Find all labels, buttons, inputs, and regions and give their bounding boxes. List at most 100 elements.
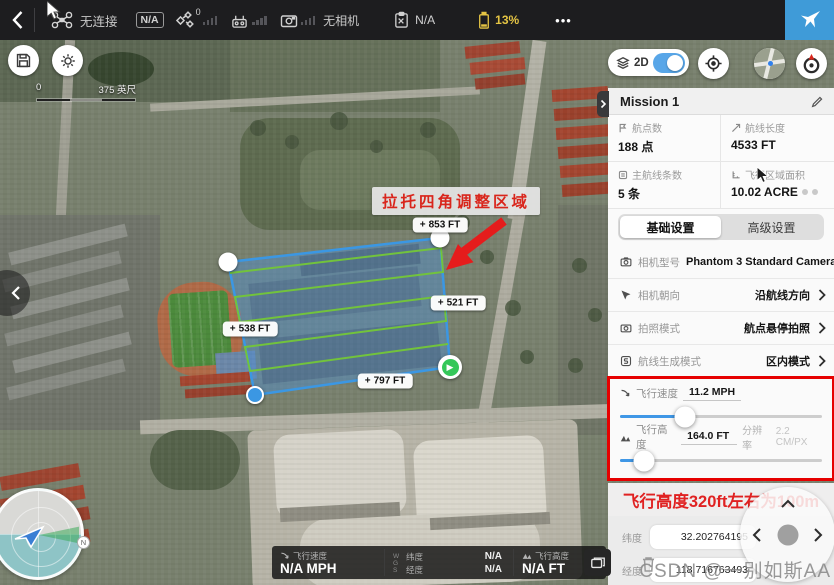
altitude-slider-row: 飞行高度 164.0 FT 分辨率 2.2 CM/PX [620, 428, 822, 462]
heading-cursor-icon [620, 289, 632, 301]
edit-mission-icon[interactable] [811, 95, 824, 108]
edge-length-label[interactable]: +538 FT [223, 322, 278, 337]
nudge-right-button[interactable] [813, 527, 823, 543]
polygon-corner-handle-selected[interactable] [246, 386, 264, 404]
setting-camera-heading[interactable]: 相机朝向 沿航线方向 [608, 279, 834, 312]
gear-icon [59, 52, 77, 70]
move-icon: + [420, 220, 426, 231]
camera-status-text: 无相机 [323, 12, 359, 29]
north-badge: N [77, 536, 90, 549]
speed-slider-row: 飞行速度 11.2 MPH [620, 384, 822, 418]
compass-reset-button[interactable] [796, 48, 827, 79]
satellite-icon: 0 [176, 11, 194, 29]
save-mission-button[interactable] [8, 45, 39, 76]
photo-gallery-button[interactable] [584, 549, 611, 576]
route-start-handle[interactable]: ▶ [438, 355, 462, 379]
top-toolbar: 无连接 N/A 0 无相机 N/A 13% ••• [0, 0, 834, 40]
area-icon [731, 170, 741, 180]
battery-icon [477, 11, 491, 30]
altitude-icon [522, 551, 532, 561]
mission-header: Mission 1 [608, 88, 834, 115]
drone-heading-arrow [11, 521, 47, 551]
mission-settings-button[interactable] [52, 45, 83, 76]
remote-controller-icon [230, 12, 249, 29]
hint-annotation: 拉托四角调整区域 [372, 187, 540, 215]
more-menu-button[interactable]: ••• [555, 13, 572, 28]
datum-label: WGS [393, 553, 402, 574]
mouse-cursor-black [757, 167, 770, 184]
checklist-status: N/A [415, 13, 435, 27]
speed-icon [620, 388, 631, 399]
chevron-right-icon [818, 322, 826, 334]
speed-slider-thumb[interactable] [674, 406, 695, 427]
setting-route-mode[interactable]: 航线生成模式 区内模式 [608, 345, 834, 378]
camera-signal-bars [301, 16, 316, 25]
save-icon [15, 52, 32, 69]
minimap-button[interactable] [754, 48, 785, 79]
flight-parameter-sliders: 飞行速度 11.2 MPH 飞行高度 164.0 FT 分辨率 2.2 CM/P… [608, 378, 834, 480]
main-lines-icon [618, 170, 628, 180]
start-point-icon: ▶ [442, 359, 459, 376]
collapse-panel-button[interactable] [597, 91, 609, 117]
edge-length-label[interactable]: +521 FT [431, 296, 486, 311]
survey-polygon[interactable] [228, 238, 450, 395]
connection-status: 无连接 [80, 11, 118, 30]
speed-icon [280, 551, 290, 561]
mode-2d-label: 2D [634, 57, 649, 69]
map-scale-bar: 0 375 英尺 [36, 82, 136, 102]
nudge-center-button[interactable] [777, 524, 798, 545]
map-mode-pill: 2D [608, 49, 689, 76]
satellite-signal-bars [203, 16, 218, 25]
waypoint-icon [618, 123, 628, 133]
telemetry-bar: 飞行速度 N/A MPH WGS 纬度N/A 经度N/A 飞行高度 N/A FT [272, 546, 606, 579]
page-dot[interactable] [812, 189, 818, 195]
setting-photo-mode[interactable]: 拍照模式 航点悬停拍照 [608, 312, 834, 345]
takeoff-button[interactable] [785, 0, 834, 40]
watermark: CSDN @一别如斯AA [639, 556, 831, 583]
back-button[interactable] [0, 10, 34, 30]
checklist-icon[interactable] [393, 11, 410, 29]
camera-status-icon [280, 13, 298, 28]
settings-tabs: 基础设置 高级设置 [608, 209, 834, 246]
telemetry-position: WGS 纬度N/A 经度N/A [385, 546, 513, 579]
mission-stats: 航点数 188 点 航线长度 4533 FT 主航线条数 5 条 飞行区域面积 … [608, 115, 834, 209]
mission-planner-app: ▶ +853 FT +521 FT +538 FT +797 FT 拉托四角调整… [0, 0, 834, 585]
nudge-left-button[interactable] [752, 527, 762, 543]
move-icon: + [230, 324, 236, 335]
photos-icon [590, 555, 606, 571]
altitude-icon [620, 432, 631, 443]
move-icon: + [365, 376, 371, 387]
altitude-slider-thumb[interactable] [634, 450, 655, 471]
mouse-cursor-white [47, 1, 62, 21]
stat-main-lines: 主航线条数 5 条 [608, 162, 721, 209]
altitude-value-field[interactable]: 164.0 FT [681, 430, 737, 445]
edge-length-label[interactable]: +853 FT [413, 218, 468, 233]
altitude-slider[interactable] [620, 459, 822, 462]
gps-na-badge: N/A [136, 12, 164, 28]
scale-end: 375 英尺 [99, 82, 137, 96]
chevron-left-icon [10, 285, 22, 301]
stat-route-length: 航线长度 4533 FT [721, 115, 834, 162]
speed-value-field[interactable]: 11.2 MPH [683, 386, 741, 401]
stat-area: 飞行区域面积 10.02 ACRE [721, 162, 834, 209]
mode-2d-toggle[interactable] [653, 53, 685, 73]
camera-icon [620, 256, 632, 268]
compass-icon [800, 52, 823, 75]
layers-icon [616, 56, 630, 70]
speed-slider[interactable] [620, 415, 822, 418]
latitude-label: 纬度 [622, 530, 644, 545]
rc-signal-bars [252, 16, 267, 25]
route-mode-icon [620, 355, 632, 367]
tab-advanced-settings[interactable]: 高级设置 [721, 216, 822, 238]
page-dot[interactable] [802, 189, 808, 195]
route-length-icon [731, 123, 741, 133]
polygon-corner-handle[interactable] [219, 253, 238, 272]
nudge-up-button[interactable] [780, 499, 796, 509]
locate-me-button[interactable] [698, 48, 729, 79]
tab-basic-settings[interactable]: 基础设置 [620, 216, 721, 238]
setting-camera-model[interactable]: 相机型号 Phantom 3 Standard Camera [608, 246, 834, 279]
edge-length-label[interactable]: +797 FT [358, 374, 413, 389]
crosshair-icon [704, 54, 723, 73]
battery-percent: 13% [495, 13, 519, 27]
airplane-icon [798, 8, 822, 32]
